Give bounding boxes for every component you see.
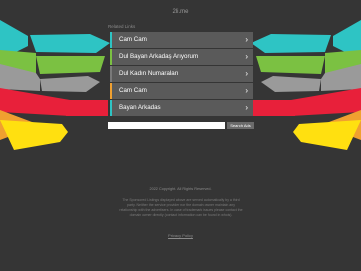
ribbon-right-yellow: [293, 120, 361, 150]
disclaimer-text: The Sponsored Listings displayed above a…: [119, 198, 243, 217]
link-label: Bayan Arkadas: [119, 104, 161, 111]
link-item-cam-cam[interactable]: Cam Cam ›: [110, 32, 253, 48]
chevron-right-icon: ›: [245, 35, 248, 44]
ribbon-left-gray-accent: [40, 76, 100, 92]
ribbon-right-gray-accent: [261, 76, 321, 92]
related-links-list: Cam Cam › Dul Bayan Arkadaş Arıyorum › D…: [110, 32, 253, 117]
ribbon-right-teal-accent: [251, 34, 331, 53]
link-item-dul-kadin[interactable]: Dul Kadın Numaraları ›: [110, 66, 253, 82]
privacy-policy-link[interactable]: Privacy Policy: [0, 233, 361, 238]
chevron-right-icon: ›: [245, 52, 248, 61]
link-item-dul-bayan[interactable]: Dul Bayan Arkadaş Arıyorum ›: [110, 49, 253, 65]
chevron-right-icon: ›: [245, 103, 248, 112]
ribbon-left-red: [0, 88, 76, 116]
ribbon-right-green-accent: [256, 56, 325, 74]
ribbon-left-teal-accent: [30, 34, 110, 53]
related-links-label: Related Links: [108, 24, 136, 29]
ribbon-left-red-accent: [66, 100, 108, 116]
link-label: Cam Cam: [119, 87, 147, 94]
copyright-text: 2022 Copyright. All Rights Reserved.: [149, 187, 212, 191]
ribbon-left-yellow: [0, 120, 68, 150]
ribbon-right-red-accent: [253, 100, 295, 116]
ribbon-left-green-accent: [36, 56, 105, 74]
search-input[interactable]: [108, 122, 225, 129]
link-label: Dul Kadın Numaraları: [119, 70, 179, 77]
search-button[interactable]: Search Ads: [227, 122, 254, 129]
link-label: Dul Bayan Arkadaş Arıyorum: [119, 53, 199, 60]
chevron-right-icon: ›: [245, 69, 248, 78]
search-bar: Search Ads: [108, 122, 254, 129]
link-label: Cam Cam: [119, 36, 147, 43]
chevron-right-icon: ›: [245, 86, 248, 95]
link-item-bayan-arkadas[interactable]: Bayan Arkadas ›: [110, 100, 253, 116]
ribbon-right-red: [285, 88, 361, 116]
link-item-cam-cam-2[interactable]: Cam Cam ›: [110, 83, 253, 99]
